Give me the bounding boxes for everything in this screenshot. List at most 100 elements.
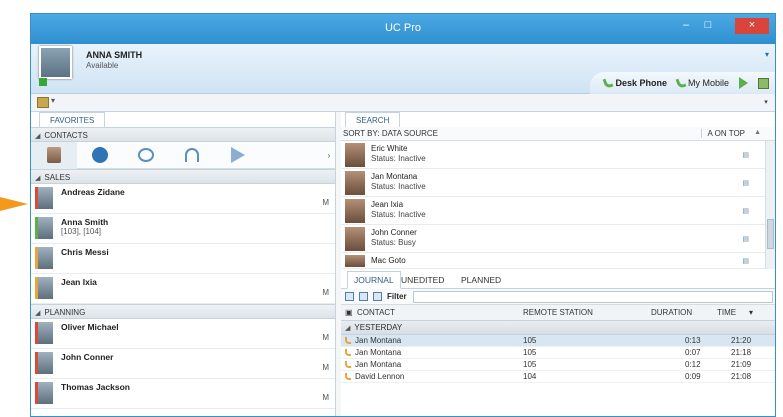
result-status: Status: Inactive [371, 210, 426, 219]
column-time[interactable]: TIME [717, 308, 736, 317]
group-header-sales[interactable]: ◢ SALES [31, 169, 335, 184]
pointer-arrow-icon [0, 197, 28, 211]
search-result-row[interactable]: Mac Goto ▤ [341, 253, 775, 269]
contact-actions-bar: › [31, 141, 335, 169]
minimize-button[interactable]: – [677, 18, 695, 34]
chevron-down-icon[interactable]: ▾ [51, 96, 55, 105]
device-label: Desk Phone [615, 78, 667, 88]
phone-icon [602, 76, 614, 90]
group-header-contacts[interactable]: ◢ CONTACTS [31, 127, 335, 142]
contact-card-icon[interactable]: ▤ [742, 151, 749, 159]
close-button[interactable]: × [735, 18, 769, 34]
calendar-icon[interactable] [345, 292, 354, 301]
journal-duration: 0:12 [685, 360, 701, 369]
calendar-icon[interactable] [359, 292, 368, 301]
contact-row[interactable]: Thomas Jackson M [31, 379, 335, 409]
contact-row[interactable]: Andreas Zidane M [31, 184, 335, 214]
group-header-yesterday[interactable]: ◢ YESTERDAY [341, 321, 775, 335]
tab-favorites[interactable]: FAVORITES [39, 112, 106, 127]
contact-card-icon[interactable]: ▤ [742, 257, 749, 265]
filter-bar: Filter [341, 289, 775, 305]
column-contact[interactable]: CONTACT [357, 308, 395, 317]
avatar [35, 217, 53, 239]
journal-contact: Jan Montana [355, 348, 402, 357]
play-icon[interactable] [739, 77, 748, 89]
select-all-icon[interactable]: ▣ [345, 308, 353, 317]
phone-icon [345, 373, 351, 380]
contact-row[interactable]: Jean Ixia M [31, 274, 335, 304]
calendar-icon[interactable] [758, 77, 769, 89]
search-result-row[interactable]: John Conner Status: Busy ▤ [341, 225, 775, 253]
result-name: Eric White [371, 144, 408, 153]
maximize-button[interactable]: □ [699, 18, 717, 34]
mobile-indicator: M [322, 333, 329, 342]
sort-caret-icon[interactable]: ▲ [754, 129, 761, 136]
tab-search[interactable]: SEARCH [345, 112, 401, 127]
phone-icon [345, 349, 351, 356]
dropdown-button[interactable]: ▾ [761, 96, 771, 109]
tab-unedited[interactable]: UNEDITED [401, 275, 444, 285]
contact-action-user[interactable] [31, 141, 77, 169]
filter-label: Filter [387, 292, 407, 301]
search-result-row[interactable]: Jan Montana Status: Inactive ▤ [341, 169, 775, 197]
journal-time: 21:09 [731, 360, 752, 369]
contact-action-chat[interactable] [123, 142, 169, 169]
mobile-indicator: M [322, 198, 329, 207]
column-duration[interactable]: DURATION [651, 308, 692, 317]
more-actions-button[interactable]: › [323, 151, 335, 160]
contact-action-play[interactable] [215, 142, 261, 169]
result-name: John Conner [371, 228, 417, 237]
collapse-icon: ◢ [345, 325, 351, 332]
column-remote-station[interactable]: REMOTE STATION [523, 308, 593, 317]
contact-row[interactable]: Chris Messi [31, 244, 335, 274]
search-result-row[interactable]: Eric White Status: Inactive ▤ [341, 141, 775, 169]
filter-input[interactable] [413, 291, 773, 303]
journal-station: 105 [523, 348, 537, 357]
result-status: Status: Inactive [371, 154, 426, 163]
sort-order[interactable]: A ON TOP [700, 129, 745, 138]
sort-by-label[interactable]: SORT BY: DATA SOURCE [343, 129, 438, 138]
avatar [345, 255, 365, 267]
journal-time: 21:20 [731, 336, 752, 345]
contact-name: Anna Smith [61, 217, 109, 227]
device-desk-phone[interactable]: Desk Phone [602, 76, 667, 90]
group-label: CONTACTS [44, 131, 88, 140]
contact-row[interactable]: John Conner M [31, 349, 335, 379]
user-status[interactable]: Available [86, 61, 118, 70]
chevron-down-icon[interactable]: ▾ [749, 308, 753, 317]
contact-action-headset[interactable] [169, 142, 215, 169]
contact-row[interactable]: Anna Smith [103], [104] [31, 214, 335, 244]
contact-card-icon[interactable]: ▤ [742, 207, 749, 215]
device-my-mobile[interactable]: My Mobile [675, 76, 729, 90]
journal-row[interactable]: Jan Montana 105 0:12 21:09 [341, 359, 775, 371]
journal-duration: 0:13 [685, 336, 701, 345]
contact-row[interactable]: Oliver Michael M [31, 319, 335, 349]
phone-icon [345, 337, 351, 344]
contact-card-icon[interactable]: ▤ [742, 179, 749, 187]
avatar [35, 322, 53, 344]
contact-action-call[interactable] [77, 142, 123, 169]
journal-duration: 0:07 [685, 348, 701, 357]
journal-row[interactable]: David Lennon 104 0:09 21:08 [341, 371, 775, 383]
journal-row[interactable]: Jan Montana 105 0:07 21:18 [341, 347, 775, 359]
journal-time: 21:18 [731, 348, 752, 357]
search-result-row[interactable]: Jean Ixia Status: Inactive ▤ [341, 197, 775, 225]
journal-row[interactable]: Jan Montana 105 0:13 21:20 [341, 335, 775, 347]
search-scrollbar[interactable] [765, 141, 775, 269]
contact-name: John Conner [61, 352, 114, 362]
group-header-planning[interactable]: ◢ PLANNING [31, 304, 335, 319]
title-bar[interactable]: UC Pro – □ × [31, 14, 775, 44]
contact-card-icon[interactable]: ▤ [742, 235, 749, 243]
calendar-icon[interactable] [373, 292, 382, 301]
folder-icon[interactable] [37, 97, 49, 108]
tab-planned[interactable]: PLANNED [461, 275, 501, 285]
journal-contact: David Lennon [355, 372, 405, 381]
avatar[interactable] [39, 46, 72, 79]
avatar [345, 143, 365, 167]
journal-contact: Jan Montana [355, 360, 402, 369]
journal-station: 105 [523, 336, 537, 345]
chevron-down-icon[interactable]: ▾ [765, 50, 769, 59]
scrollbar-thumb[interactable] [767, 219, 774, 249]
tab-journal[interactable]: JOURNAL [347, 271, 401, 289]
result-name: Jan Montana [371, 172, 418, 181]
